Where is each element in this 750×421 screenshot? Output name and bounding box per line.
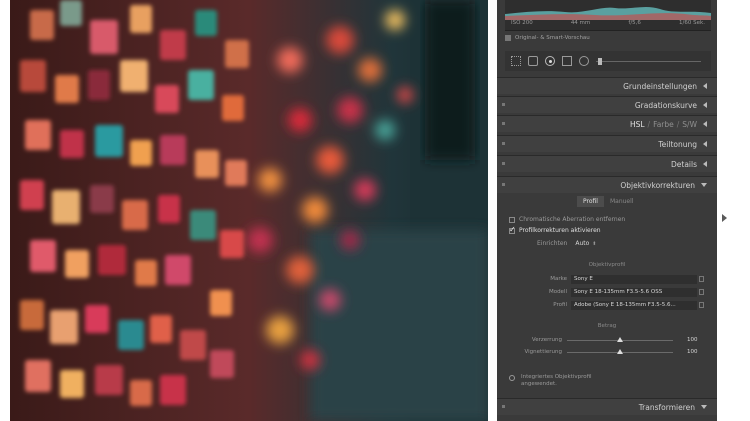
tab-manuell[interactable]: Manuell (604, 196, 639, 207)
shutter-readout: 1/60 Sek. (679, 20, 705, 26)
collapse-arrow-icon (703, 121, 707, 127)
spot-removal-icon[interactable] (528, 56, 538, 66)
section-label: Details (670, 159, 697, 169)
make-select[interactable]: Sony E (571, 275, 697, 284)
section-teiltonung[interactable]: Teiltonung (497, 135, 717, 152)
amount-group-title: Betrag (597, 323, 617, 329)
panel-switch-icon[interactable] (502, 122, 505, 125)
vignetting-slider-knob[interactable] (617, 349, 623, 354)
section-details[interactable]: Details (497, 155, 717, 172)
color-tab[interactable]: Farbe (653, 120, 674, 129)
expand-arrow-icon (701, 183, 707, 187)
distortion-value[interactable]: 100 (687, 337, 698, 343)
profile-info-text: Integriertes Objektivprofil angewendet. (521, 374, 592, 388)
make-label: Marke (550, 276, 567, 282)
dropdown-arrow-icon: ⬍ (592, 240, 597, 247)
make-row: Marke Sony E (497, 275, 717, 285)
padlocks-photo (10, 0, 488, 421)
dropdown-arrow-icon[interactable] (699, 276, 704, 282)
section-gradationskurve[interactable]: Gradationskurve (497, 96, 717, 113)
section-label: Transformieren (638, 402, 695, 412)
model-row: Modell Sony E 18-135mm F3.5-5.6 OSS (497, 288, 717, 298)
histogram-readout: ISO 200 44 mm f/5,6 1/60 Sek. (505, 20, 711, 30)
enable-profile-row[interactable]: Profilkorrekturen aktivieren (509, 225, 601, 234)
collapse-arrow-icon (703, 102, 707, 108)
section-hsl[interactable]: HSL / Farbe / S/W (497, 115, 717, 132)
remove-ca-checkbox[interactable] (509, 216, 515, 223)
iso-readout: ISO 200 (511, 20, 533, 26)
separator: / (647, 119, 651, 129)
preview-label: Original- & Smart-Vorschau (515, 35, 590, 41)
profile-label: Profil (553, 302, 567, 308)
graduated-filter-icon[interactable] (562, 56, 572, 66)
develop-panel: ISO 200 44 mm f/5,6 1/60 Sek. Original- … (497, 0, 717, 421)
panel-switch-icon[interactable] (502, 162, 505, 165)
model-select[interactable]: Sony E 18-135mm F3.5-5.6 OSS (571, 288, 697, 297)
radial-filter-icon[interactable] (579, 56, 589, 66)
crop-overlay-icon[interactable] (511, 56, 521, 66)
tool-strip (505, 51, 711, 71)
dropdown-arrow-icon[interactable] (699, 302, 704, 308)
distortion-slider[interactable] (567, 337, 673, 342)
focal-length-readout: 44 mm (570, 20, 591, 26)
info-line-1: Integriertes Objektivprofil (521, 374, 592, 380)
section-grundeinstellungen[interactable]: Grundeinstellungen (497, 77, 717, 94)
panel-switch-icon[interactable] (502, 103, 505, 106)
vignetting-label: Vignettierung (524, 349, 562, 355)
panel-switch-icon[interactable] (502, 405, 505, 408)
lens-corrections-body: Profil Manuell Chromatische Aberration e… (497, 196, 717, 396)
preview-square-icon (505, 35, 511, 41)
aperture-readout: f/5,6 (628, 20, 641, 26)
section-label: Gradationskurve (634, 100, 697, 110)
enable-profile-label: Profilkorrekturen aktivieren (519, 227, 601, 234)
panel-switch-icon[interactable] (502, 142, 505, 145)
profile-row: Profil Adobe (Sony E 18-135mm F3.5-5.6..… (497, 301, 717, 311)
collapse-arrow-icon (703, 141, 707, 147)
setup-label: Einrichten (537, 240, 568, 247)
collapse-arrow-icon (703, 161, 707, 167)
tab-profil[interactable]: Profil (577, 196, 604, 207)
section-objektivkorrekturen[interactable]: Objektivkorrekturen (497, 176, 717, 193)
separator: / (676, 119, 680, 129)
profile-select[interactable]: Adobe (Sony E 18-135mm F3.5-5.6... (571, 301, 697, 310)
info-icon (509, 375, 515, 381)
histogram-graph (505, 6, 711, 21)
remove-ca-label: Chromatische Aberration entfernen (519, 216, 626, 223)
enable-profile-checkbox[interactable] (509, 225, 516, 234)
brush-slider-knob[interactable] (598, 57, 602, 65)
bw-tab[interactable]: S/W (682, 120, 697, 129)
expand-arrow-icon (701, 405, 707, 409)
right-panel-toggle-icon[interactable] (722, 214, 727, 222)
photo-canvas (10, 0, 488, 421)
vignetting-slider[interactable] (567, 349, 673, 354)
brush-slider[interactable] (596, 57, 701, 65)
hsl-tab[interactable]: HSL (630, 120, 645, 129)
setup-row[interactable]: Einrichten Auto ⬍ (537, 240, 596, 247)
distortion-slider-knob[interactable] (617, 337, 623, 342)
section-label: Grundeinstellungen (623, 81, 697, 91)
dropdown-arrow-icon[interactable] (699, 289, 704, 295)
distortion-row: Verzerrung 100 (497, 336, 717, 346)
model-label: Modell (548, 289, 567, 295)
profile-info: Integriertes Objektivprofil angewendet. (509, 374, 592, 388)
panel-switch-icon[interactable] (502, 183, 505, 186)
section-label: Objektivkorrekturen (620, 180, 695, 190)
red-eye-icon[interactable] (545, 56, 555, 66)
vignetting-value[interactable]: 100 (687, 349, 698, 355)
collapse-arrow-icon (703, 83, 707, 89)
remove-ca-row[interactable]: Chromatische Aberration entfernen (509, 216, 625, 223)
section-label: Teiltonung (658, 139, 697, 149)
distortion-label: Verzerrung (531, 337, 562, 343)
preview-indicator[interactable]: Original- & Smart-Vorschau (505, 33, 590, 43)
profile-group-title: Objektivprofil (588, 262, 626, 268)
info-line-2: angewendet. (521, 381, 557, 387)
section-transformieren[interactable]: Transformieren (497, 398, 717, 415)
vignetting-row: Vignettierung 100 (497, 348, 717, 358)
setup-select[interactable]: Auto (575, 240, 589, 247)
lens-tabs: Profil Manuell (577, 196, 639, 207)
